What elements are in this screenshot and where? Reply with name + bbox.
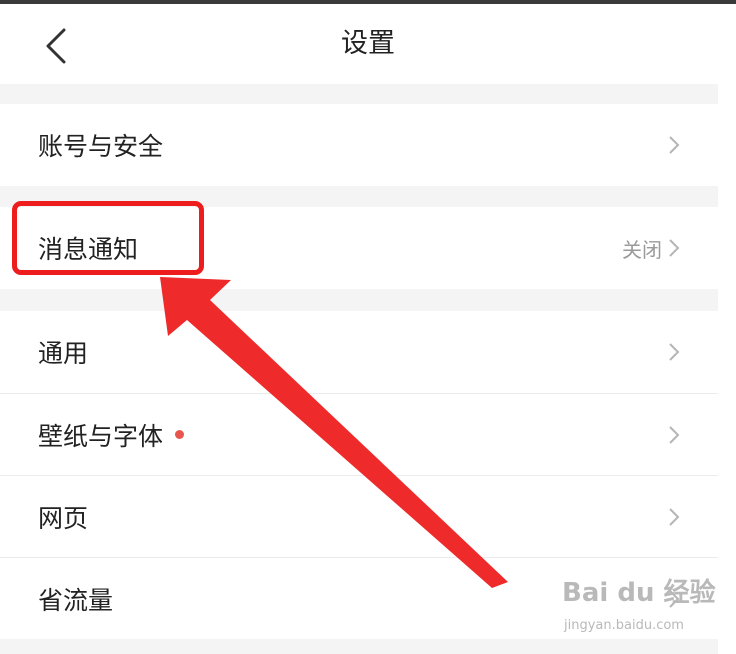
settings-item-trailing [668,558,680,640]
settings-item-wallpaper[interactable]: 壁纸与字体 [0,393,718,475]
settings-item-trailing: 关闭 [622,207,680,289]
settings-item-trailing [668,311,680,393]
settings-group-notifications: 消息通知 关闭 [0,207,718,289]
settings-item-web[interactable]: 网页 [0,475,718,557]
settings-item-label: 账号与安全 [38,132,164,161]
header-bar: 设置 [0,4,736,84]
settings-item-label: 消息通知 [38,235,139,264]
chevron-right-icon [669,590,680,608]
chevron-right-icon [669,343,680,361]
settings-group-general: 通用 壁纸与字体 网页 省流量 [0,311,718,639]
settings-item-label: 网页 [38,503,89,533]
settings-item-label: 省流量 [38,585,114,615]
settings-item-data-saver[interactable]: 省流量 [0,557,718,639]
back-button[interactable] [28,18,84,74]
chevron-right-icon [669,136,680,154]
chevron-right-icon [669,239,680,257]
chevron-right-icon [669,508,680,526]
settings-item-notifications[interactable]: 消息通知 关闭 [0,207,718,289]
new-badge-dot [175,430,185,439]
chevron-left-icon [46,28,66,64]
settings-item-trailing [668,104,680,186]
settings-item-label: 通用 [38,339,89,368]
page-title: 设置 [341,28,395,59]
right-edge [718,84,736,654]
settings-item-general[interactable]: 通用 [0,311,718,393]
chevron-right-icon [669,426,680,444]
settings-item-label: 壁纸与字体 [38,421,164,451]
settings-item-trailing [668,394,680,476]
settings-item-value: 关闭 [622,237,662,262]
settings-item-trailing [668,476,680,558]
settings-item-account[interactable]: 账号与安全 [0,104,718,186]
settings-group-account: 账号与安全 [0,104,718,186]
